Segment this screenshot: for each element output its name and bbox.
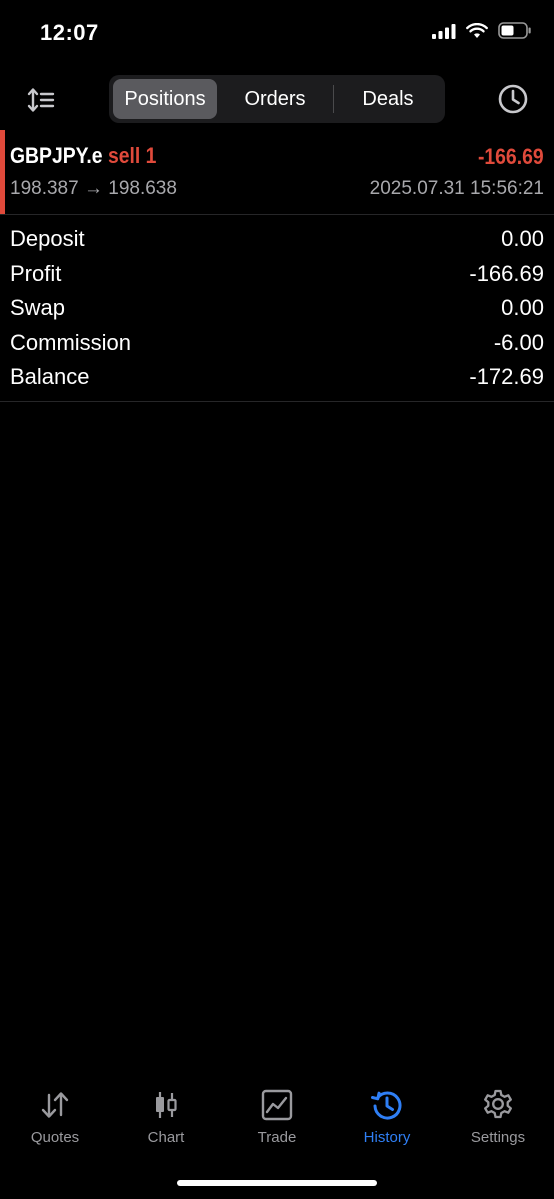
tab-label: Trade bbox=[257, 1129, 297, 1146]
segment-positions[interactable]: Positions bbox=[113, 79, 217, 119]
loss-indicator-bar bbox=[0, 130, 5, 214]
summary-row-deposit: Deposit 0.00 bbox=[10, 222, 544, 256]
history-summary: Deposit 0.00 Profit -166.69 Swap 0.00 Co… bbox=[0, 222, 554, 402]
battery-icon bbox=[498, 22, 531, 39]
close-price: 198.638 bbox=[108, 178, 177, 199]
wifi-icon bbox=[466, 22, 488, 38]
summary-label: Commission bbox=[10, 329, 132, 355]
summary-row-commission: Commission -6.00 bbox=[10, 326, 544, 360]
quotes-arrows-icon bbox=[41, 1092, 69, 1118]
summary-label: Balance bbox=[10, 364, 90, 389]
position-profit: -166.69 bbox=[478, 144, 544, 169]
tab-quotes[interactable]: Quotes bbox=[0, 1082, 110, 1152]
summary-value: -172.69 bbox=[469, 364, 544, 389]
trade-chart-icon bbox=[261, 1089, 293, 1121]
history-toolbar: Positions Orders Deals bbox=[0, 74, 554, 124]
status-time: 12:07 bbox=[40, 20, 99, 45]
period-button[interactable] bbox=[494, 80, 532, 118]
sort-icon bbox=[27, 88, 55, 112]
tab-trade[interactable]: Trade bbox=[222, 1082, 332, 1152]
tab-label: History bbox=[363, 1129, 411, 1146]
position-symbol: GBPJPY.e bbox=[10, 143, 103, 168]
status-icons bbox=[432, 22, 532, 39]
clock-icon bbox=[498, 84, 528, 114]
price-arrow: → bbox=[83, 178, 103, 199]
summary-label: Swap bbox=[10, 295, 66, 320]
position-symbol-line: GBPJPY.e sell 1 bbox=[10, 143, 156, 169]
summary-label: Deposit bbox=[10, 226, 85, 251]
tab-label: Settings bbox=[470, 1129, 526, 1146]
tab-label: Chart bbox=[147, 1129, 185, 1146]
position-row[interactable]: GBPJPY.e sell 1 -166.69 198.387 → 198.63… bbox=[0, 130, 554, 215]
tab-bar: Quotes Chart Trade History Settings bbox=[0, 1082, 554, 1162]
position-prices: 198.387 → 198.638 bbox=[10, 178, 177, 200]
summary-value: -6.00 bbox=[493, 329, 544, 355]
tab-label: Quotes bbox=[30, 1129, 80, 1146]
summary-row-balance: Balance -172.69 bbox=[10, 360, 544, 394]
open-price: 198.387 bbox=[10, 178, 79, 199]
summary-label: Profit bbox=[10, 260, 62, 286]
position-side: sell 1 bbox=[107, 143, 157, 168]
cellular-signal-icon bbox=[432, 23, 456, 39]
summary-row-swap: Swap 0.00 bbox=[10, 291, 544, 325]
summary-value: -166.69 bbox=[469, 260, 544, 286]
tab-settings[interactable]: Settings bbox=[443, 1082, 553, 1152]
history-clock-icon bbox=[371, 1091, 402, 1120]
sort-button[interactable] bbox=[22, 81, 60, 119]
position-timestamp: 2025.07.31 15:56:21 bbox=[369, 178, 544, 199]
home-indicator[interactable] bbox=[177, 1180, 377, 1186]
status-bar: 12:07 bbox=[0, 0, 554, 66]
candlestick-icon bbox=[156, 1092, 177, 1118]
summary-value: 0.00 bbox=[501, 295, 544, 320]
segment-deals[interactable]: Deals bbox=[334, 79, 442, 119]
tab-history[interactable]: History bbox=[332, 1082, 442, 1152]
history-segmented-control: Positions Orders Deals bbox=[109, 75, 445, 123]
segment-orders[interactable]: Orders bbox=[217, 79, 333, 119]
tab-chart[interactable]: Chart bbox=[111, 1082, 221, 1152]
gear-icon bbox=[484, 1089, 512, 1119]
summary-value: 0.00 bbox=[501, 226, 544, 251]
summary-row-profit: Profit -166.69 bbox=[10, 257, 544, 291]
